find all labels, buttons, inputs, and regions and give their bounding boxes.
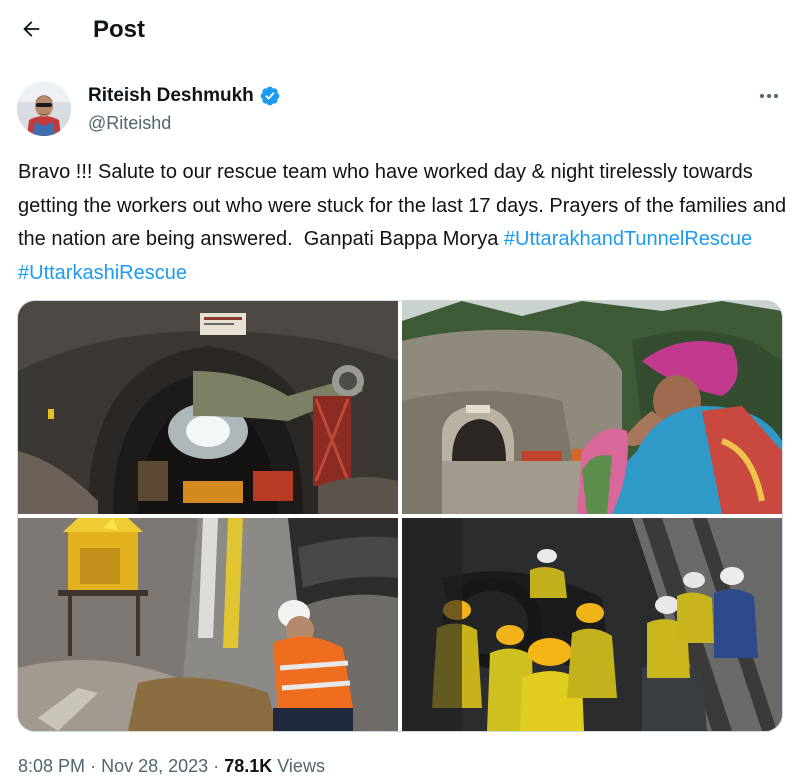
- top-bar: Post: [0, 0, 794, 60]
- photo-tunnel-entrance[interactable]: [18, 301, 398, 514]
- arrow-left-icon: [23, 21, 40, 37]
- tweet-meta: 8:08 PM · Nov 28, 2023 · 78.1K Views: [18, 753, 325, 779]
- page-title: Post: [93, 16, 146, 43]
- hashtag-link[interactable]: #UttarkashiRescue: [18, 262, 187, 284]
- more-options-button[interactable]: [752, 84, 786, 108]
- hashtag-link[interactable]: #UttarakhandTunnelRescue: [504, 228, 752, 250]
- views-count: 78.1K: [224, 756, 273, 776]
- tweet-text: Bravo !!! Salute to our rescue team who …: [18, 156, 788, 290]
- post-date[interactable]: Nov 28, 2023: [101, 756, 208, 776]
- views-label: Views: [277, 756, 325, 776]
- meta-separator: ·: [90, 756, 97, 776]
- photo-workers-helmets[interactable]: [402, 518, 782, 731]
- photo-woman-praying[interactable]: [402, 301, 782, 514]
- meta-separator: ·: [213, 756, 220, 776]
- more-horizontal-icon: [760, 94, 778, 98]
- media-grid: [17, 300, 783, 732]
- photo-shrine-worker[interactable]: [18, 518, 398, 731]
- author-handle[interactable]: @Riteishd: [88, 112, 171, 134]
- author-name[interactable]: Riteish Deshmukh: [88, 85, 281, 107]
- verified-badge-icon: [260, 86, 280, 106]
- post-time[interactable]: 8:08 PM: [18, 756, 85, 776]
- avatar[interactable]: [17, 82, 71, 136]
- back-button[interactable]: [14, 12, 48, 46]
- author-name-text: Riteish Deshmukh: [88, 85, 254, 106]
